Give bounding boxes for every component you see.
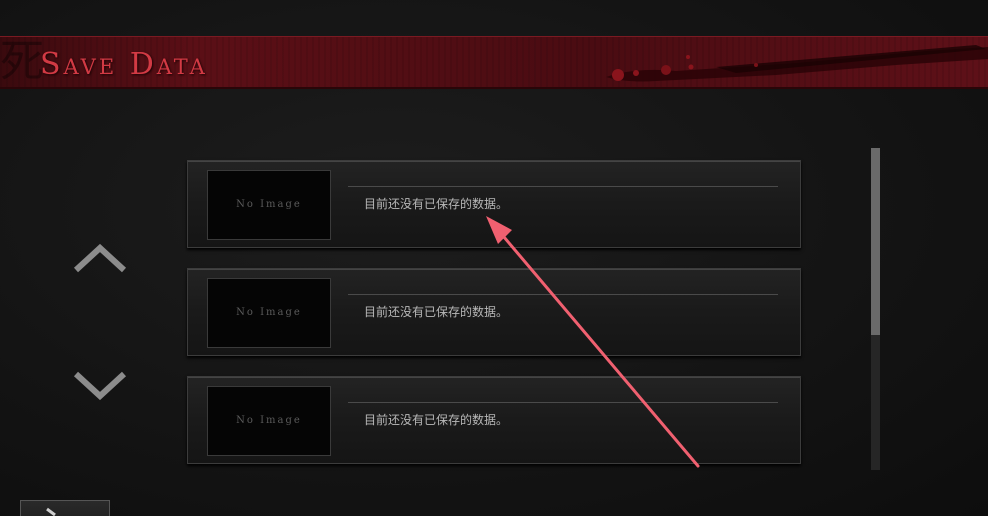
slot-status-text: 目前还没有已保存的数据。 (364, 305, 509, 319)
slot-thumbnail: No Image (207, 278, 331, 348)
no-image-label: No Image (236, 307, 302, 318)
header-banner: 死 Save Data (0, 36, 988, 89)
slot-thumbnail: No Image (207, 170, 331, 240)
save-slot-3[interactable]: No Image 目前还没有已保存的数据。 (187, 376, 801, 464)
scroll-up-button[interactable] (72, 242, 128, 276)
slot-status-text: 目前还没有已保存的数据。 (364, 197, 509, 211)
back-arrow-icon (46, 507, 56, 516)
slot-divider (348, 186, 778, 187)
slot-divider (348, 294, 778, 295)
page-title: Save Data (40, 47, 208, 82)
no-image-label: No Image (236, 415, 302, 426)
scroll-down-button[interactable] (72, 368, 128, 402)
scrollbar-thumb[interactable] (871, 148, 880, 335)
save-data-screen: 死 Save Data No Image 目前还没有已保存的数据。 No Ima… (0, 0, 988, 516)
save-slot-2[interactable]: No Image 目前还没有已保存的数据。 (187, 268, 801, 356)
slot-thumbnail: No Image (207, 386, 331, 456)
save-slot-1[interactable]: No Image 目前还没有已保存的数据。 (187, 160, 801, 248)
slot-status-text: 目前还没有已保存的数据。 (364, 413, 509, 427)
slot-divider (348, 402, 778, 403)
no-image-label: No Image (236, 199, 302, 210)
blood-splatter-decoration (606, 45, 988, 82)
chevron-up-icon (73, 243, 127, 273)
chevron-down-icon (73, 371, 127, 401)
scrollbar-track[interactable] (871, 148, 880, 470)
back-button[interactable] (20, 500, 110, 516)
